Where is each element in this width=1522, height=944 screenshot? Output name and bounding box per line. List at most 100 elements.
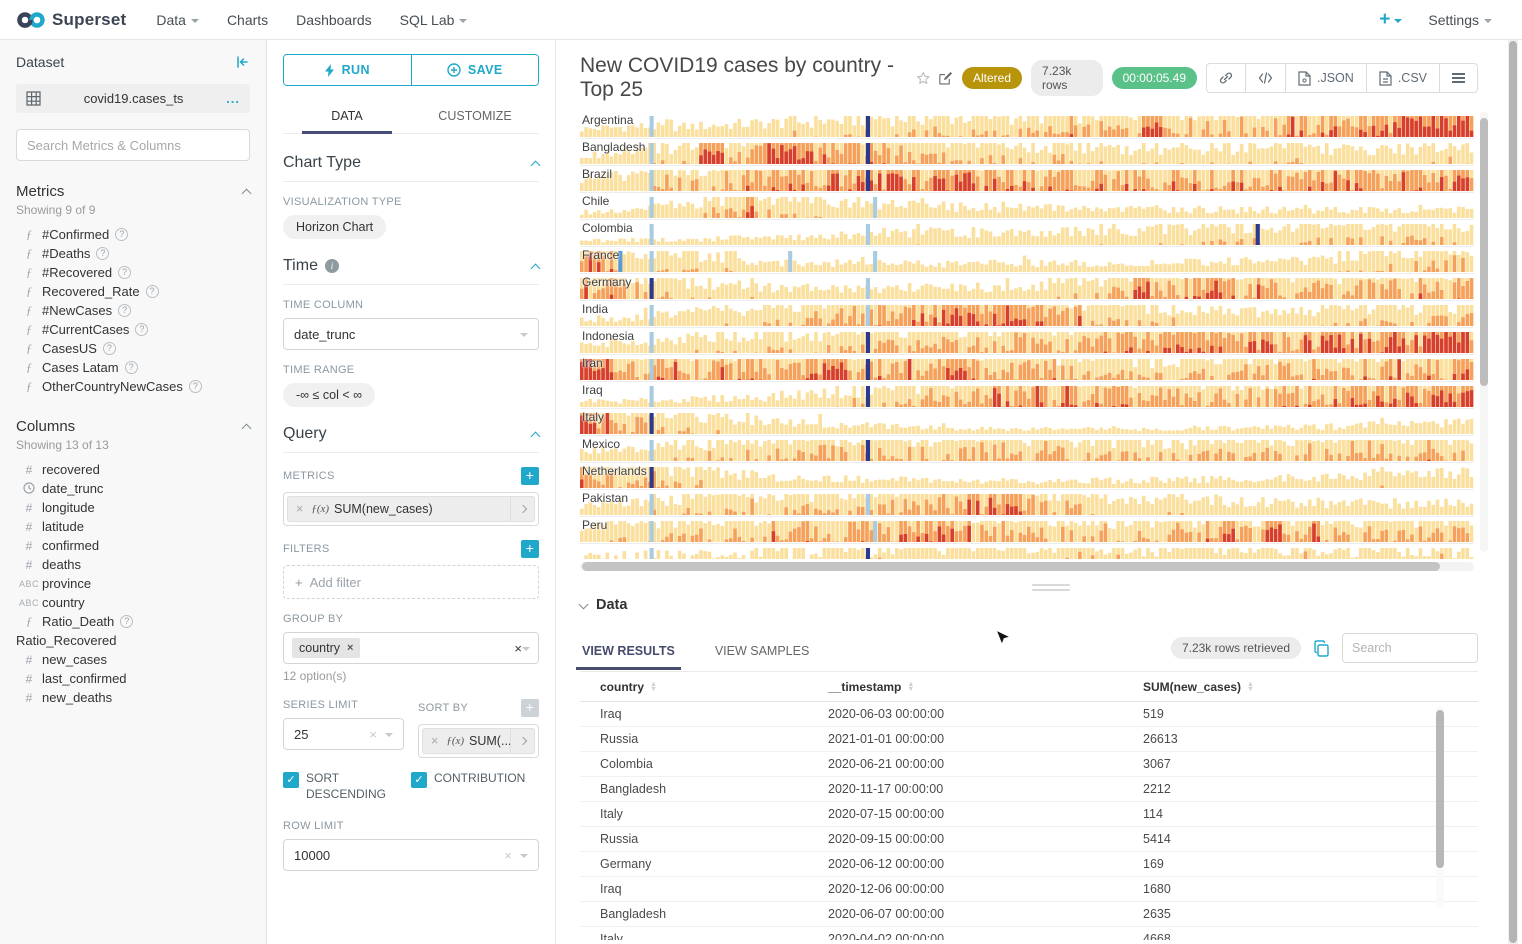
list-item[interactable]: ABC country	[16, 593, 250, 612]
list-item[interactable]: ƒ #CurrentCases?	[16, 320, 250, 339]
nav-item-data[interactable]: Data	[156, 12, 199, 28]
list-item[interactable]: ƒ CasesUS?	[16, 339, 250, 358]
horizon-row-iran[interactable]: Iran	[580, 355, 1474, 382]
horizon-row-pakistan[interactable]: Pakistan	[580, 490, 1474, 517]
viz-type-value[interactable]: Horizon Chart	[283, 215, 387, 239]
list-item[interactable]: # new_deaths	[16, 688, 250, 707]
sort-icons[interactable]: ▲ ▼	[907, 681, 914, 693]
embed-code-button[interactable]	[1245, 63, 1286, 93]
list-item[interactable]: # confirmed	[16, 536, 250, 555]
edit-pencil-icon[interactable]	[939, 70, 953, 86]
nav-item-sql-lab[interactable]: SQL Lab	[400, 12, 468, 28]
tab-view-results[interactable]: VIEW RESULTS	[576, 636, 681, 670]
data-panel-header[interactable]: Data	[578, 597, 1478, 613]
horizon-row-india[interactable]: India	[580, 301, 1474, 328]
table-vertical-scrollbar[interactable]	[1436, 706, 1444, 906]
horizon-row-bangladesh[interactable]: Bangladesh	[580, 139, 1474, 166]
add-filter-dropzone[interactable]: + Add filter	[283, 565, 539, 599]
horizon-row-germany[interactable]: Germany	[580, 274, 1474, 301]
favorite-star-icon[interactable]	[916, 70, 931, 87]
open-sort-icon[interactable]	[510, 729, 534, 753]
open-metric-icon[interactable]	[510, 497, 534, 521]
sort-descending-checkbox[interactable]: ✓ SORT DESCENDING	[283, 771, 411, 802]
list-item[interactable]: ABC province	[16, 574, 250, 593]
horizon-row-peru[interactable]: Peru	[580, 517, 1474, 544]
add-filter-button[interactable]: +	[521, 540, 539, 558]
sort-icons[interactable]: ▲ ▼	[650, 681, 657, 693]
horizon-row-indonesia[interactable]: Indonesia	[580, 328, 1474, 355]
horizon-row-brazil[interactable]: Brazil	[580, 166, 1474, 193]
add-sort-button[interactable]: +	[521, 699, 539, 717]
horizon-row-france[interactable]: France	[580, 247, 1474, 274]
column-header-country[interactable]: country ▲ ▼	[580, 680, 828, 694]
metric-chip[interactable]: × ƒ(x) SUM(new_cases)	[287, 496, 535, 522]
list-item[interactable]: date_trunc	[16, 479, 250, 498]
clear-icon[interactable]: ×	[514, 640, 522, 656]
time-column-select[interactable]: date_trunc	[283, 318, 539, 350]
horizon-row-netherlands[interactable]: Netherlands	[580, 463, 1474, 490]
chart-horizontal-scrollbar[interactable]	[580, 562, 1474, 571]
list-item[interactable]: # last_confirmed	[16, 669, 250, 688]
horizon-row-partial[interactable]	[580, 544, 1474, 559]
collapse-columns-icon[interactable]	[241, 423, 252, 434]
list-item[interactable]: Ratio_Recovered	[16, 631, 250, 650]
superset-logo[interactable]: Superset	[16, 10, 126, 30]
horizon-row-chile[interactable]: Chile	[580, 193, 1474, 220]
horizon-row-colombia[interactable]: Colombia	[580, 220, 1474, 247]
list-item[interactable]: # deaths	[16, 555, 250, 574]
run-button[interactable]: RUN	[284, 55, 411, 85]
collapse-metrics-icon[interactable]	[241, 188, 252, 199]
dataset-item[interactable]: covid19.cases_ts ...	[16, 84, 250, 113]
horizon-row-italy[interactable]: Italy	[580, 409, 1474, 436]
list-item[interactable]: ƒ #Recovered?	[16, 263, 250, 282]
list-item[interactable]: ƒ #Confirmed?	[16, 225, 250, 244]
list-item[interactable]: ƒ #NewCases?	[16, 301, 250, 320]
sort-by-chip[interactable]: × ƒ(x) SUM(...	[422, 728, 535, 754]
contribution-checkbox[interactable]: ✓ CONTRIBUTION	[411, 771, 539, 802]
scrollbar-thumb[interactable]	[1480, 118, 1488, 386]
horizon-row-argentina[interactable]: Argentina	[580, 112, 1474, 139]
save-button[interactable]: SAVE	[410, 55, 538, 85]
scrollbar-thumb[interactable]	[1436, 710, 1444, 868]
nav-item-dashboards[interactable]: Dashboards	[296, 12, 372, 28]
column-header--timestamp[interactable]: __timestamp ▲ ▼	[828, 680, 1143, 694]
remove-sort-icon[interactable]: ×	[423, 734, 446, 748]
metrics-columns-search-input[interactable]	[16, 129, 250, 161]
settings-menu[interactable]: Settings	[1428, 12, 1492, 28]
list-item[interactable]: ƒ Recovered_Rate?	[16, 282, 250, 301]
export-csv-button[interactable]: .CSV	[1365, 63, 1440, 93]
list-item[interactable]: # recovered	[16, 460, 250, 479]
nav-item-charts[interactable]: Charts	[227, 12, 268, 28]
horizon-chart[interactable]: Argentina Bangladesh Brazil Chile Colombia Fr…	[580, 112, 1474, 559]
panel-resize-handle[interactable]	[1032, 584, 1070, 591]
altered-badge[interactable]: Altered	[961, 67, 1023, 89]
list-item[interactable]: ƒ Ratio_Death?	[16, 612, 250, 631]
copy-icon[interactable]	[1313, 639, 1330, 657]
list-item[interactable]: ƒ #Deaths?	[16, 244, 250, 263]
series-limit-select[interactable]: 25 ×	[283, 718, 404, 750]
export-json-button[interactable]: .JSON	[1285, 63, 1367, 93]
page-scrollbar[interactable]	[1508, 40, 1518, 944]
tab-data[interactable]: DATA	[283, 100, 411, 134]
new-item-button[interactable]: +	[1379, 9, 1403, 31]
results-search-input[interactable]	[1342, 633, 1478, 663]
sort-icons[interactable]: ▲ ▼	[1247, 681, 1254, 693]
row-limit-select[interactable]: 10000 ×	[283, 839, 539, 872]
clear-icon[interactable]: ×	[504, 848, 512, 863]
remove-tag-icon[interactable]: ×	[347, 642, 353, 654]
list-item[interactable]: ƒ OtherCountryNewCases?	[16, 377, 250, 396]
scrollbar-thumb[interactable]	[1509, 41, 1517, 943]
chart-vertical-scrollbar[interactable]	[1480, 112, 1488, 552]
collapse-panel-icon[interactable]	[235, 55, 250, 69]
horizon-row-mexico[interactable]: Mexico	[580, 436, 1474, 463]
list-item[interactable]: # longitude	[16, 498, 250, 517]
tab-view-samples[interactable]: VIEW SAMPLES	[713, 636, 811, 669]
copy-link-button[interactable]	[1206, 63, 1246, 93]
collapse-section-icon[interactable]	[530, 160, 541, 170]
collapse-section-icon[interactable]	[530, 263, 541, 273]
dataset-more-menu[interactable]: ...	[226, 91, 240, 106]
column-header-sum-new-cases-[interactable]: SUM(new_cases) ▲ ▼	[1143, 680, 1478, 694]
list-item[interactable]: # new_cases	[16, 650, 250, 669]
collapse-section-icon[interactable]	[530, 431, 541, 441]
chart-menu-button[interactable]	[1439, 63, 1478, 93]
